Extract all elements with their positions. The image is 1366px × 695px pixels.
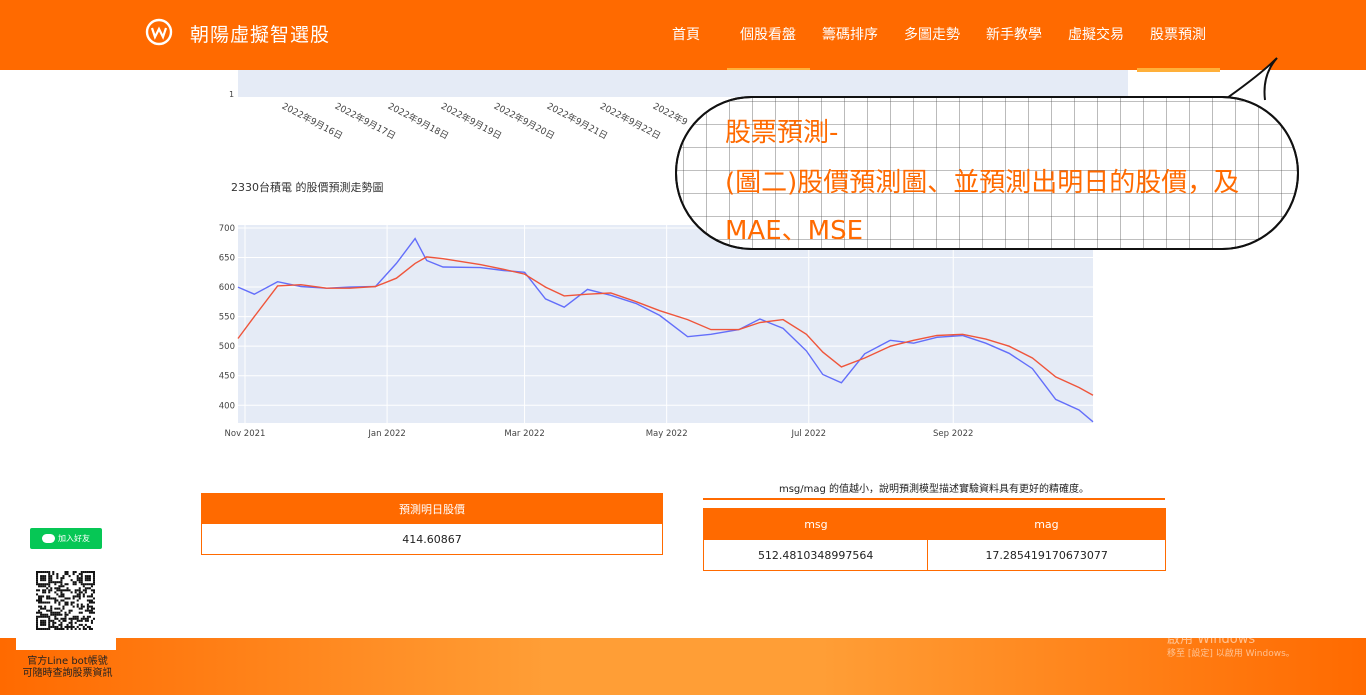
metric-note: msg/mag 的值越小，說明預測模型描述實驗資料具有更好的精確度。	[778, 484, 1090, 495]
y-tick-label: 650	[219, 254, 235, 264]
metric-table: msg mag 512.4810348997564 17.28541917067…	[703, 508, 1166, 571]
line-add-friend-label: 加入好友	[58, 534, 90, 543]
upper-chart-y-tick: 1	[229, 90, 235, 99]
predicted-price-value: 414.60867	[402, 532, 462, 546]
footer-bar	[0, 638, 1366, 695]
nav-virtual-trade[interactable]: 虛擬交易	[1068, 24, 1124, 44]
y-tick-label: 500	[219, 342, 235, 352]
y-tick-label: 400	[219, 401, 235, 411]
prediction-table: 預測明日股價 414.60867	[201, 493, 663, 555]
line-icon	[42, 534, 55, 543]
line-bot-caption-2: 可隨時查詢股票資訊	[22, 668, 113, 679]
x-tick-label: Jul 2022	[790, 429, 826, 439]
brand-title[interactable]: 朝陽虛擬智選股	[190, 20, 330, 47]
chart-title: 2330台積電 的股價預測走勢圖	[231, 181, 384, 194]
nav-stock-prediction[interactable]: 股票預測	[1150, 24, 1206, 44]
y-tick-label: 600	[219, 283, 235, 293]
x-tick-label: May 2022	[646, 429, 688, 439]
metric-value-mag: 17.285419170673077	[927, 540, 1166, 571]
y-tick-label: 700	[219, 224, 235, 234]
logo-icon[interactable]	[145, 18, 173, 46]
windows-watermark-text: 移至 [設定] 以啟用 Windows。	[1167, 649, 1295, 659]
line-bot-caption: 官方Line bot帳號 可隨時查詢股票資訊	[5, 656, 130, 680]
metric-header-mag: mag	[927, 508, 1166, 540]
metric-value-msg: 512.4810348997564	[703, 540, 929, 571]
annotation-line-1: 股票預測-	[725, 118, 839, 148]
x-tick-label: Mar 2022	[504, 429, 544, 439]
x-tick-label: Sep 2022	[933, 429, 973, 439]
windows-watermark-title: 啟用 Windows	[1167, 632, 1256, 647]
prediction-table-header: 預測明日股價	[201, 493, 663, 524]
y-tick-label: 450	[219, 372, 235, 382]
nav-tutorial[interactable]: 新手教學	[986, 24, 1042, 44]
annotation-line-3: MAE、MSE	[725, 216, 864, 246]
x-tick-label: Nov 2021	[225, 429, 266, 439]
nav-home[interactable]: 首頁	[672, 24, 700, 44]
line-bot-caption-1: 官方Line bot帳號	[27, 656, 108, 667]
qr-code-icon[interactable]	[36, 571, 95, 630]
line-add-friend-button[interactable]: 加入好友	[30, 528, 102, 549]
nav-chip-ranking[interactable]: 籌碼排序	[822, 24, 878, 44]
metric-header-msg: msg	[703, 508, 928, 540]
y-tick-label: 550	[219, 313, 235, 323]
annotation-line-2: (圖二)股價預測圖、並預測出明日的股價，及	[725, 168, 1240, 198]
metric-note-divider	[703, 498, 1165, 500]
nav-stock-view[interactable]: 個股看盤	[740, 24, 796, 44]
x-tick-label: Jan 2022	[367, 429, 405, 439]
nav-multi-chart[interactable]: 多圖走勢	[904, 24, 960, 44]
